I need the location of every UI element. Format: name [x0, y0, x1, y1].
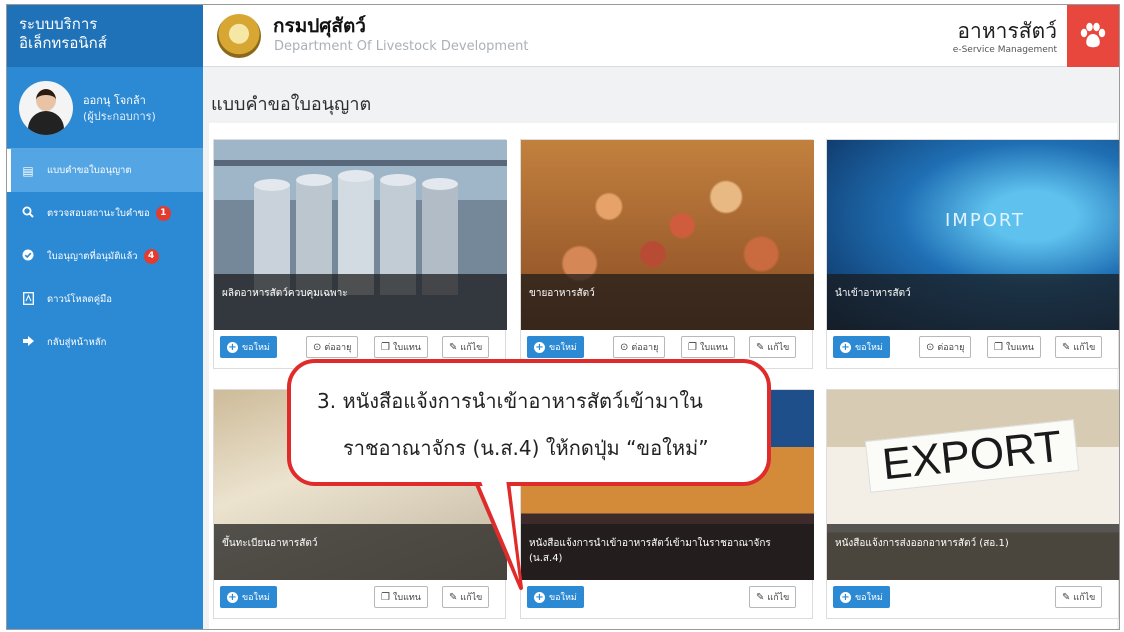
callout-line2: ราชอาณาจักร (น.ส.4) ให้กดปุ่ม “ขอใหม่” [343, 436, 709, 460]
callout-line1: 3. หนังสือแจ้งการนำเข้าอาหารสัตว์เข้ามาใ… [317, 389, 703, 413]
instruction-callout: 3. หนังสือแจ้งการนำเข้าอาหารสัตว์เข้ามาใ… [287, 359, 771, 486]
callout-arrow [474, 480, 523, 590]
